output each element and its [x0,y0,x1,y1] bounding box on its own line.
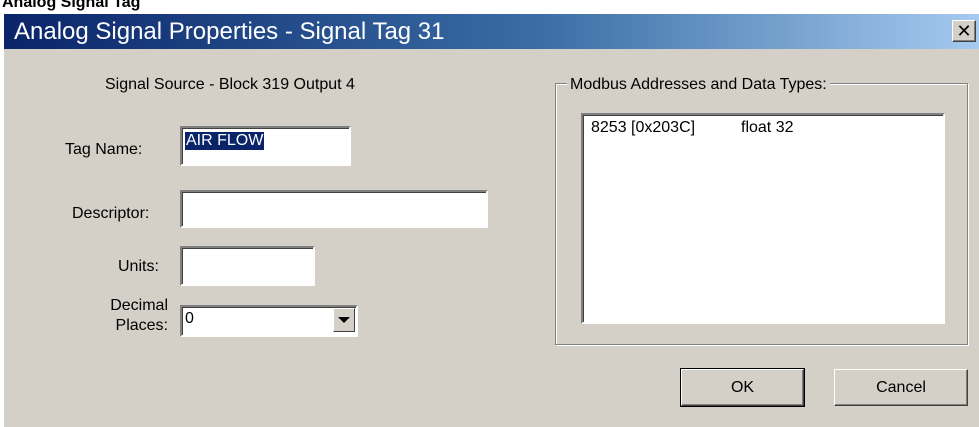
descriptor-input[interactable] [180,190,488,228]
decimal-places-label-line2: Places: [115,317,168,334]
tag-name-input[interactable]: AIR FLOW [180,126,351,166]
decimal-places-value: 0 [185,310,194,327]
tag-name-label: Tag Name: [65,141,143,158]
cancel-button[interactable]: Cancel [834,369,968,406]
descriptor-label: Descriptor: [72,205,150,222]
decimal-places-dropdown-button[interactable] [333,308,355,332]
chevron-down-icon [338,317,350,323]
close-button[interactable]: ✕ [952,20,976,42]
ok-button[interactable]: OK [680,368,805,407]
tag-name-value: AIR FLOW [185,132,265,150]
page-caption: Analog Signal Tag [2,0,141,11]
signal-source-text: Signal Source - Block 319 Output 4 [105,76,355,93]
decimal-places-select[interactable]: 0 [180,305,358,337]
close-icon: ✕ [956,20,972,42]
modbus-address: 8253 [0x203C] [591,119,696,136]
decimal-places-label: Decimal Places: [96,296,168,336]
units-input[interactable] [180,246,315,286]
units-label: Units: [118,258,159,275]
window-title: Analog Signal Properties - Signal Tag 31 [14,18,445,45]
title-bar[interactable]: Analog Signal Properties - Signal Tag 31… [4,14,979,49]
modbus-list[interactable]: 8253 [0x203C] float 32 [581,113,945,324]
decimal-places-label-line1: Decimal [110,297,168,314]
modbus-groupbox-legend: Modbus Addresses and Data Types: [567,76,830,94]
modbus-data-type: float 32 [741,119,794,136]
list-item[interactable]: 8253 [0x203C] float 32 [591,119,793,137]
